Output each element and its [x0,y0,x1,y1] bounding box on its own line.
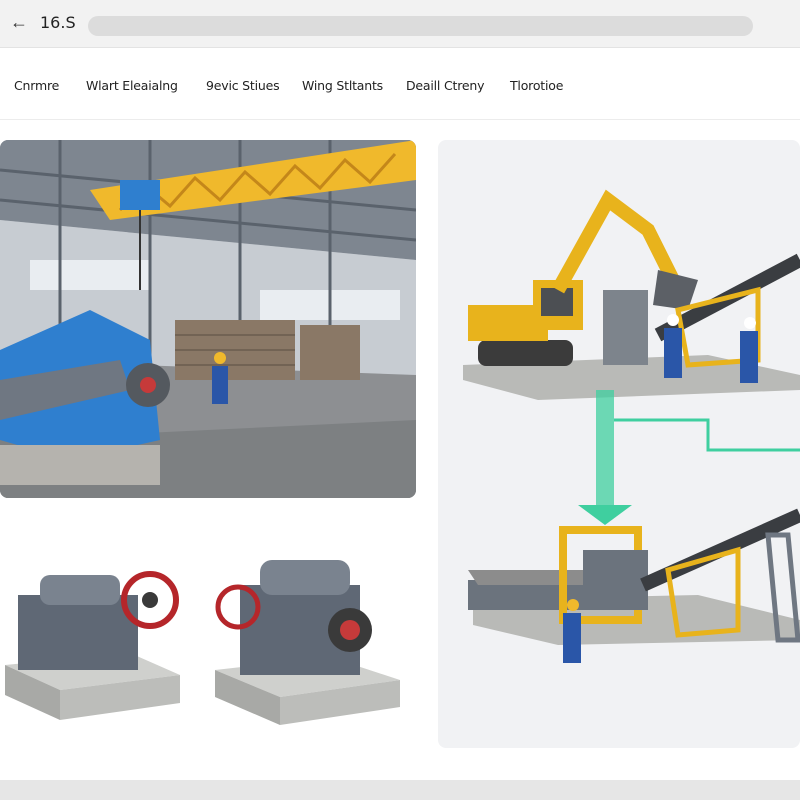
nav-item-6[interactable]: Tlorotioe [510,78,563,93]
main-nav: Cnrmre Wlart Eleaialng 9evic Stiues Wing… [0,48,800,120]
flow-arrow [596,390,614,505]
factory-hall-image[interactable] [0,140,416,498]
app-window: ← 16.S Cnrmre Wlart Eleaialng 9evic Stiu… [0,0,800,800]
nav-item-5[interactable]: Deaill Ctreny [406,78,484,93]
address-bar[interactable] [88,16,753,36]
back-button[interactable]: ← [8,10,30,34]
nav-item-2[interactable]: Wlart Eleaialng [86,78,178,93]
nav-item-3[interactable]: 9evic Stiues [206,78,280,93]
excavator [478,340,573,366]
crusher-products-image[interactable] [0,545,430,735]
browser-toolbar: ← 16.S [0,0,800,48]
version-label: 16.S [40,13,76,32]
crushing-process-diagram[interactable] [438,140,800,748]
nav-item-4[interactable]: Wing Stltants [302,78,383,93]
window-bottom-edge [0,780,800,800]
nav-item-1[interactable]: Cnrmre [14,78,59,93]
